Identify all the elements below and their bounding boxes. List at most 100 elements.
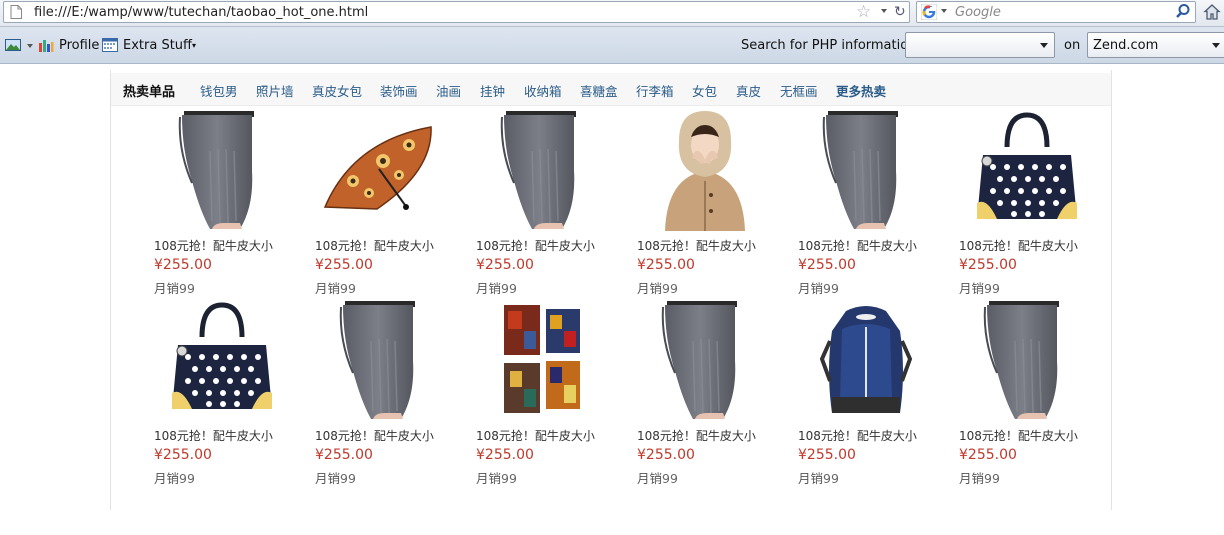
product-title[interactable]: 108元抢！配牛皮大小 [154,427,273,444]
monthly-sales-count: 99 [340,281,356,296]
monthly-sales-label: 月销 [798,471,824,486]
product-image-knee-pads[interactable] [313,301,453,421]
extra-stuff-label: Extra Stuff [123,38,192,53]
tab-mens-wallet[interactable]: 钱包男 [200,81,238,100]
product-monthly-sales: 月销99 [154,468,195,487]
product-monthly-sales: 月销99 [798,468,839,487]
product-item[interactable]: 108元抢！配牛皮大小 ¥255.00 月销99 [635,301,775,491]
product-image-umbrella[interactable] [313,111,453,231]
monthly-sales-label: 月销 [959,281,985,296]
calendar-icon [102,38,118,52]
address-bar: file:///E:/wamp/www/tutechan/taobao_hot_… [0,0,1224,27]
product-title[interactable]: 108元抢！配牛皮大小 [476,237,595,254]
product-item[interactable]: 108元抢！配牛皮大小 ¥255.00 月销99 [796,111,936,301]
page-icon [10,5,22,19]
url-history-dropdown-icon[interactable] [881,9,887,13]
product-item[interactable]: 108元抢！配牛皮大小 ¥255.00 月销99 [152,111,292,301]
product-item[interactable]: 108元抢！配牛皮大小 ¥255.00 月销99 [635,111,775,301]
product-title[interactable]: 108元抢！配牛皮大小 [959,237,1078,254]
category-tabs: 热卖单品 钱包男 照片墙 真皮女包 装饰画 油画 挂钟 收纳箱 喜糖盒 行李箱 … [111,73,1111,106]
product-monthly-sales: 月销99 [315,468,356,487]
product-monthly-sales: 月销99 [798,278,839,297]
tab-wall-clock[interactable]: 挂钟 [480,81,505,100]
product-image-knee-pads[interactable] [474,111,614,231]
google-icon [921,4,937,20]
monthly-sales-label: 月销 [315,281,341,296]
monthly-sales-count: 99 [501,471,517,486]
product-price: ¥255.00 [798,257,856,273]
monthly-sales-label: 月销 [154,281,180,296]
url-field[interactable]: file:///E:/wamp/www/tutechan/taobao_hot_… [3,1,910,23]
product-title[interactable]: 108元抢！配牛皮大小 [154,237,273,254]
product-image-knee-pads[interactable] [796,111,936,231]
product-title[interactable]: 108元抢！配牛皮大小 [315,237,434,254]
bookmark-star-icon[interactable]: ☆ [856,3,871,21]
tab-hot-items[interactable]: 热卖单品 [123,81,175,100]
web-search-box[interactable]: Google [916,1,1196,23]
tab-more-hot[interactable]: 更多热卖 [836,81,886,100]
monthly-sales-label: 月销 [315,471,341,486]
product-item[interactable]: 108元抢！配牛皮大小 ¥255.00 月销99 [957,301,1097,491]
product-title[interactable]: 108元抢！配牛皮大小 [637,427,756,444]
monthly-sales-label: 月销 [637,471,663,486]
tab-decorative-painting[interactable]: 装饰画 [380,81,418,100]
site-select[interactable]: Zend.com [1087,32,1224,58]
toolbar: Profile Extra Stuff▾ Search for PHP info… [0,27,1224,64]
image-dropdown-icon[interactable] [27,44,33,48]
product-item[interactable]: 108元抢！配牛皮大小 ¥255.00 月销99 [474,301,614,491]
product-image-wall-paintings[interactable] [474,301,614,421]
home-icon[interactable] [1203,3,1221,21]
tab-storage-box[interactable]: 收纳箱 [524,81,562,100]
product-title[interactable]: 108元抢！配牛皮大小 [315,427,434,444]
product-item[interactable]: 108元抢！配牛皮大小 ¥255.00 月销99 [313,111,453,301]
product-item[interactable]: 108元抢！配牛皮大小 ¥255.00 月销99 [796,301,936,491]
product-price: ¥255.00 [154,257,212,273]
product-image-backpack[interactable] [796,301,936,421]
product-monthly-sales: 月销99 [476,468,517,487]
search-icon[interactable] [1175,3,1191,19]
product-item[interactable]: 108元抢！配牛皮大小 ¥255.00 月销99 [152,301,292,491]
product-title[interactable]: 108元抢！配牛皮大小 [798,427,917,444]
image-icon[interactable] [5,39,21,51]
product-image-knee-pads[interactable] [152,111,292,231]
product-monthly-sales: 月销99 [959,468,1000,487]
product-image-knee-pads[interactable] [635,301,775,421]
monthly-sales-count: 99 [179,471,195,486]
tab-luggage[interactable]: 行李箱 [636,81,674,100]
php-search-select[interactable] [905,32,1055,58]
tab-candy-box[interactable]: 喜糖盒 [580,81,618,100]
product-image-knee-pads[interactable] [957,301,1097,421]
product-title[interactable]: 108元抢！配牛皮大小 [798,237,917,254]
tab-oil-painting[interactable]: 油画 [436,81,461,100]
product-image-polka-bag[interactable] [152,301,292,421]
product-title[interactable]: 108元抢！配牛皮大小 [476,427,595,444]
product-title[interactable]: 108元抢！配牛皮大小 [959,427,1078,444]
product-price: ¥255.00 [315,257,373,273]
product-image-woman-coat[interactable] [635,111,775,231]
product-price: ¥255.00 [154,447,212,463]
product-image-polka-bag[interactable] [957,111,1097,231]
product-monthly-sales: 月销99 [637,468,678,487]
product-item[interactable]: 108元抢！配牛皮大小 ¥255.00 月销99 [313,301,453,491]
product-item[interactable]: 108元抢！配牛皮大小 ¥255.00 月销99 [474,111,614,301]
product-price: ¥255.00 [798,447,856,463]
on-label: on [1064,38,1081,53]
tab-frameless-painting[interactable]: 无框画 [780,81,818,100]
profile-button[interactable]: Profile [59,38,99,53]
reload-icon[interactable]: ↻ [894,4,906,20]
product-title[interactable]: 108元抢！配牛皮大小 [637,237,756,254]
tab-womens-bag[interactable]: 女包 [692,81,717,100]
search-engine-dropdown-icon[interactable] [941,9,947,13]
tab-photo-wall[interactable]: 照片墙 [256,81,294,100]
monthly-sales-label: 月销 [637,281,663,296]
tab-leather-handbag[interactable]: 真皮女包 [312,81,362,100]
monthly-sales-count: 99 [984,281,1000,296]
monthly-sales-label: 月销 [154,471,180,486]
tab-leather[interactable]: 真皮 [736,81,761,100]
monthly-sales-label: 月销 [476,281,502,296]
product-monthly-sales: 月销99 [476,278,517,297]
extra-stuff-menu[interactable]: Extra Stuff▾ [123,38,196,53]
product-item[interactable]: 108元抢！配牛皮大小 ¥255.00 月销99 [957,111,1097,301]
chevron-down-icon [1040,43,1048,48]
chevron-down-icon [1212,43,1220,48]
